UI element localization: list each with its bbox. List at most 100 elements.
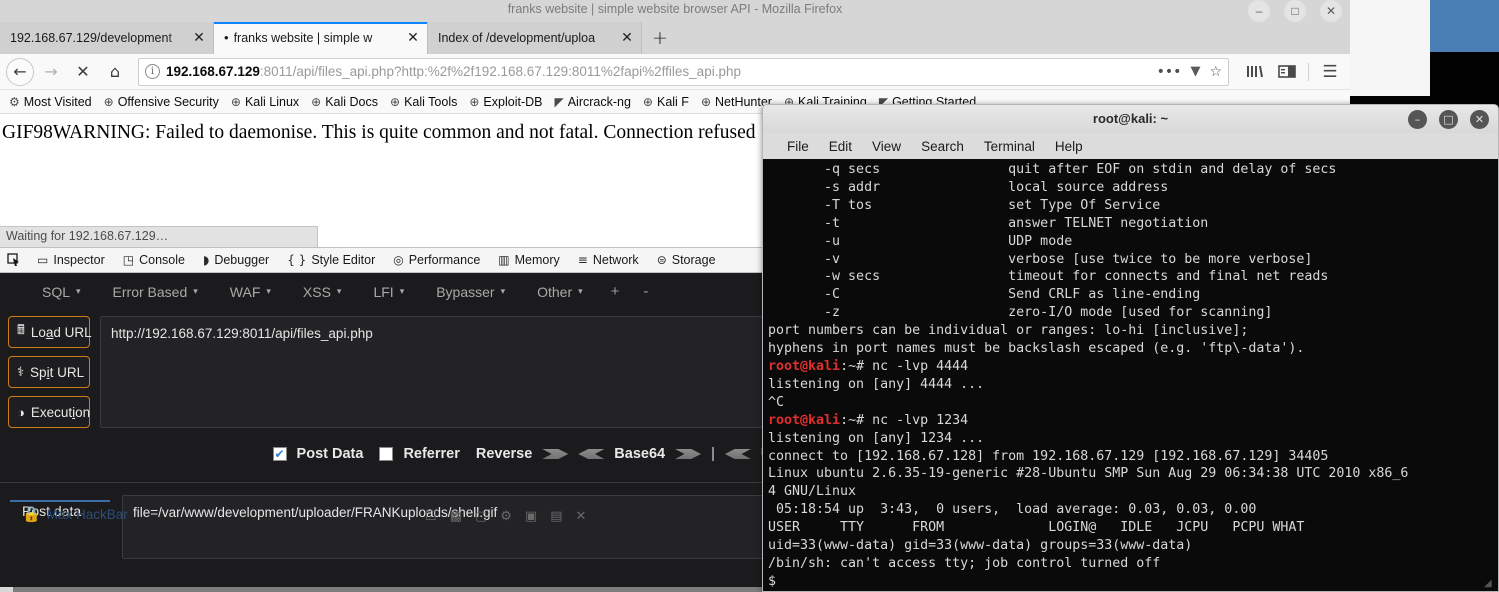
screenshot-icon[interactable]: ▢ xyxy=(475,509,487,524)
terminal-output-area[interactable]: -q secs quit after EOF on stdin and dela… xyxy=(762,159,1499,592)
firefox-window-controls: – □ ✕ xyxy=(1248,0,1342,22)
menu-label: Bypasser xyxy=(436,283,495,300)
reverse-label: Reverse xyxy=(475,446,533,462)
gear-icon: ⚙ xyxy=(9,94,20,109)
tab-label: franks website | simple w xyxy=(233,31,373,45)
bookmark-aircrack-ng[interactable]: ◤ Aircrack-ng xyxy=(549,93,635,111)
post-data-label: Post Data xyxy=(296,446,364,462)
page-info-icon[interactable]: i xyxy=(145,64,160,79)
terminal-line: root@kali:~# nc -lvp 4444 xyxy=(768,358,1498,376)
menu-search[interactable]: Search xyxy=(911,139,974,154)
console-split-icon[interactable]: ▩ xyxy=(450,509,462,524)
terminal-scrollbar[interactable] xyxy=(1485,159,1498,591)
menu-other[interactable]: Other ▾ xyxy=(521,284,599,300)
menu-label: Other xyxy=(537,283,573,300)
stop-icon[interactable]: ✕ xyxy=(68,57,98,87)
menu-label: XSS xyxy=(302,283,331,300)
bookmark-kali-docs[interactable]: ⊕ Kali Docs xyxy=(306,93,383,111)
tab-storage[interactable]: ⊜ Storage xyxy=(648,248,725,272)
url-decode-arrow-icon[interactable] xyxy=(724,449,751,459)
shield-icon[interactable]: ▼ xyxy=(1190,64,1200,79)
terminal-minimize-button[interactable]: – xyxy=(1408,110,1427,129)
referrer-checkbox[interactable]: ✔ xyxy=(379,447,394,461)
terminal-title: root@kali: ~ xyxy=(1092,111,1169,126)
storage-icon: ⊜ xyxy=(656,253,667,267)
sidebar-icon[interactable] xyxy=(1273,58,1301,86)
split-url-button[interactable]: ⚕ Spit URL xyxy=(8,356,90,388)
forward-arrow-icon[interactable]: → xyxy=(36,57,66,87)
browser-tab-2[interactable]: • franks website | simple w ✕ xyxy=(214,22,428,54)
close-button[interactable]: ✕ xyxy=(1320,0,1342,22)
menu-xss[interactable]: XSS ▾ xyxy=(287,284,358,300)
globe-icon: ⊕ xyxy=(390,94,401,109)
bookmark-star-icon[interactable]: ☆ xyxy=(1209,64,1222,80)
menu-edit[interactable]: Edit xyxy=(819,139,862,154)
tab-network[interactable]: ≡ Network xyxy=(569,248,648,272)
minimize-button[interactable]: – xyxy=(1248,0,1270,22)
add-tab-button[interactable]: + xyxy=(599,283,632,300)
menu-error-based[interactable]: Error Based ▾ xyxy=(97,284,214,300)
post-data-checkbox[interactable]: ✔ xyxy=(272,447,287,461)
menu-lfi[interactable]: LFI ▾ xyxy=(357,284,420,300)
settings-gear-icon[interactable]: ⚙ xyxy=(500,509,512,524)
address-bar-icons: ••• ▼ ☆ xyxy=(1157,64,1222,80)
hackbar-panel-title: 🔒 Max HackBar xyxy=(22,505,128,523)
menu-bypasser[interactable]: Bypasser ▾ xyxy=(420,284,521,300)
terminal-line: -v verbose [use twice to be more verbose… xyxy=(768,251,1313,267)
reverse-encode-arrow-icon[interactable] xyxy=(542,449,569,459)
browser-tab-1[interactable]: 192.168.67.129/development ✕ xyxy=(0,22,214,54)
terminal-maximize-button[interactable]: □ xyxy=(1439,110,1458,129)
bookmark-exploit-db[interactable]: ⊕ Exploit-DB xyxy=(464,93,547,111)
back-arrow-icon[interactable]: ← xyxy=(6,57,34,86)
menu-terminal[interactable]: Terminal xyxy=(974,139,1045,154)
menu-sql[interactable]: SQL ▾ xyxy=(26,284,97,300)
toolbar-divider xyxy=(1308,62,1309,81)
home-icon[interactable]: ⌂ xyxy=(100,57,130,87)
load-url-button[interactable]: 🖩 Load URL xyxy=(8,316,92,348)
new-tab-button[interactable]: + xyxy=(642,22,678,54)
tab-memory[interactable]: ▥ Memory xyxy=(489,248,569,272)
bookmark-most-visited[interactable]: ⚙ Most Visited xyxy=(4,93,97,111)
address-bar[interactable]: i 192.168.67.129:8011/api/files_api.php?… xyxy=(138,57,1229,86)
close-icon[interactable]: ✕ xyxy=(191,30,207,46)
menu-help[interactable]: Help xyxy=(1045,139,1093,154)
terminal-line: $ xyxy=(768,573,785,589)
resize-grip-icon[interactable]: ◢ xyxy=(1484,578,1496,590)
dock-window-icon[interactable]: ▤ xyxy=(550,509,562,524)
maximize-button[interactable]: □ xyxy=(1284,0,1306,22)
menu-waf[interactable]: WAF ▾ xyxy=(214,284,287,300)
style-editor-icon: { } xyxy=(287,253,307,267)
scroll-left-button[interactable]: ◀ xyxy=(0,587,13,592)
terminal-close-button[interactable]: ✕ xyxy=(1470,110,1489,129)
close-icon[interactable]: ✕ xyxy=(619,30,635,46)
menu-view[interactable]: View xyxy=(862,139,911,154)
menu-icon[interactable]: ☰ xyxy=(1316,58,1344,86)
dock-side-icon[interactable]: ▣ xyxy=(525,509,537,524)
bookmark-kali-forums[interactable]: ⊕ Kali F xyxy=(638,93,694,111)
browser-tab-3[interactable]: Index of /development/uploa ✕ xyxy=(428,22,642,54)
tab-debugger[interactable]: ◗ Debugger xyxy=(194,248,278,272)
tab-inspector[interactable]: ▭ Inspector xyxy=(28,248,114,272)
execution-button[interactable]: ◑ Execution xyxy=(8,396,90,428)
tab-style-editor[interactable]: { } Style Editor xyxy=(278,248,384,272)
tab-console[interactable]: ◳ Console xyxy=(114,248,194,272)
bookmark-kali-linux[interactable]: ⊕ Kali Linux xyxy=(226,93,304,111)
base64-decode-arrow-icon[interactable] xyxy=(578,449,605,459)
remove-tab-button[interactable]: - xyxy=(631,283,660,300)
close-devtools-icon[interactable]: ✕ xyxy=(576,509,587,524)
terminal-line: -w secs timeout for connects and final n… xyxy=(768,269,1329,285)
tab-performance[interactable]: ◎ Performance xyxy=(384,248,489,272)
responsive-icon[interactable]: ☐ xyxy=(425,509,437,524)
chevron-down-icon: ▾ xyxy=(266,286,271,297)
close-icon[interactable]: ✕ xyxy=(405,30,421,46)
bookmark-kali-tools[interactable]: ⊕ Kali Tools xyxy=(385,93,462,111)
menu-label: WAF xyxy=(229,283,261,300)
base64-encode-arrow-icon[interactable] xyxy=(675,449,702,459)
element-picker-icon[interactable] xyxy=(0,248,28,272)
menu-file[interactable]: File xyxy=(777,139,819,154)
library-icon[interactable] xyxy=(1241,58,1269,86)
page-actions-icon[interactable]: ••• xyxy=(1157,64,1182,80)
bookmark-offensive-security[interactable]: ⊕ Offensive Security xyxy=(99,93,224,111)
terminal-line: USER TTY FROM LOGIN@ IDLE JCPU PCPU WHAT xyxy=(768,520,1305,536)
terminal-window-controls: – □ ✕ xyxy=(1408,110,1489,129)
